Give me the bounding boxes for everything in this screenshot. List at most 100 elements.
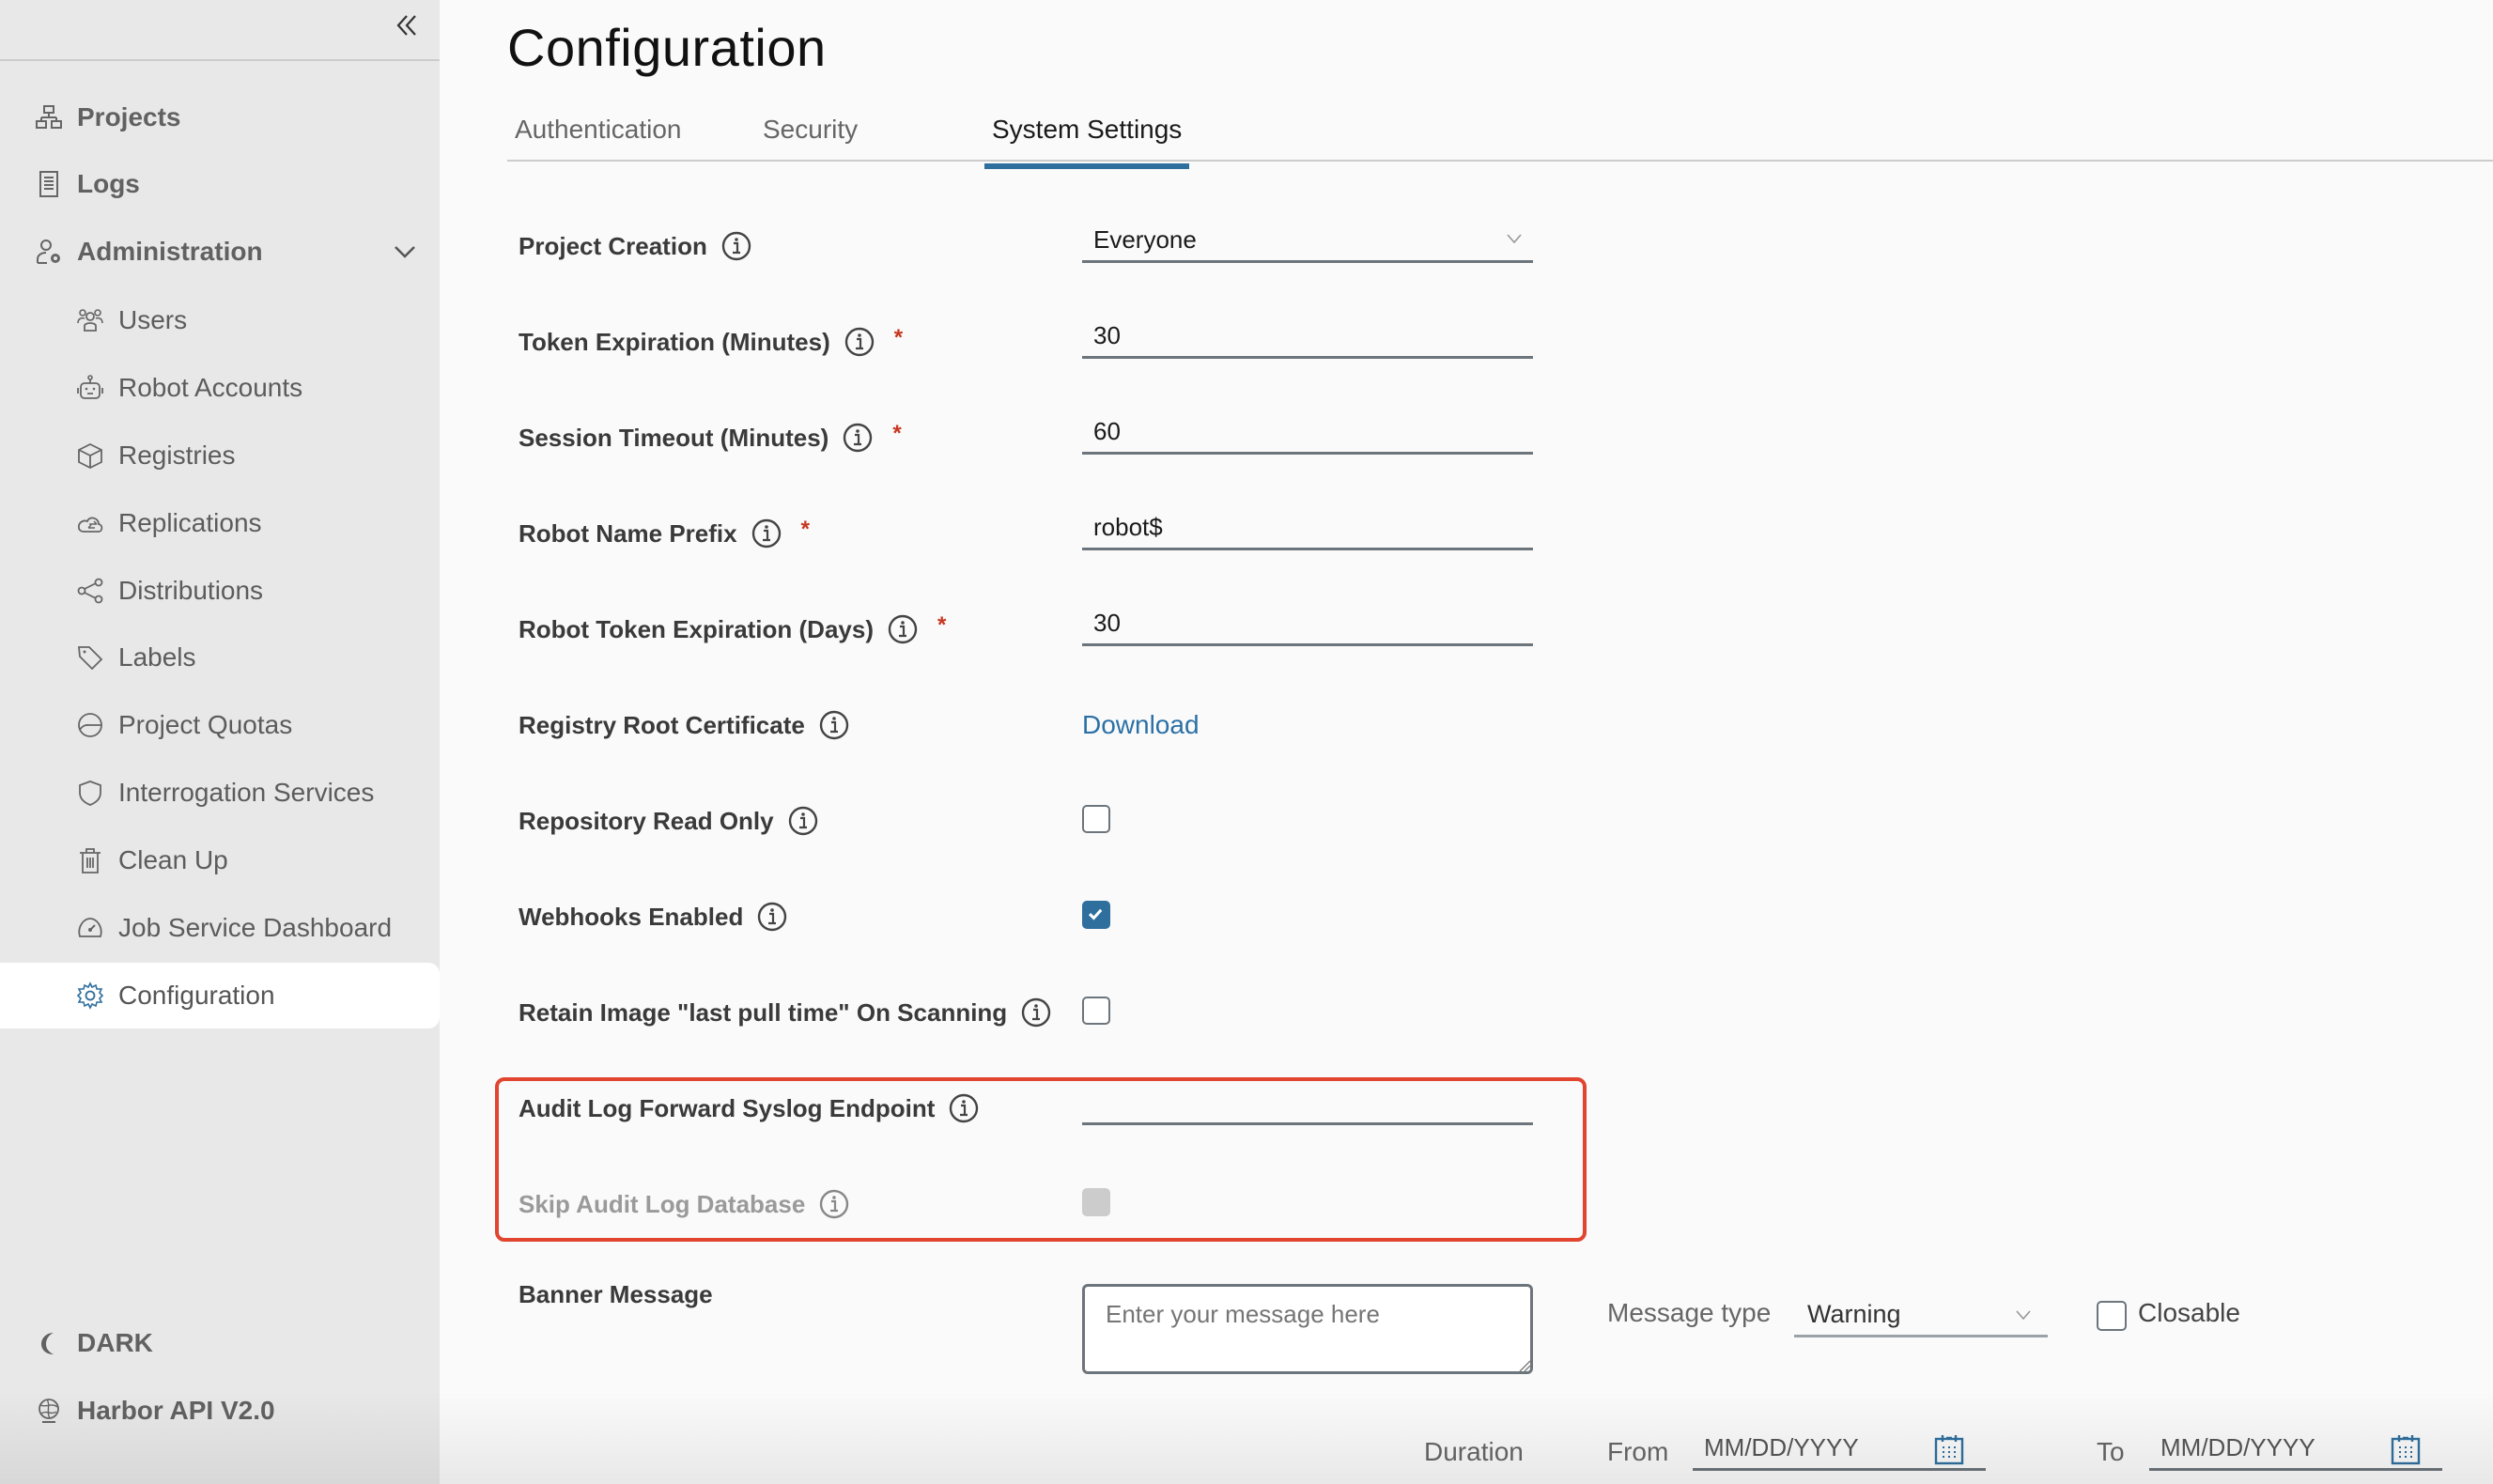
info-icon[interactable]	[842, 422, 874, 454]
robot-token-expiration-label: Robot Token Expiration (Days)	[519, 614, 874, 643]
required-mark: *	[893, 325, 904, 350]
webhooks-enabled-label: Webhooks Enabled	[519, 902, 744, 931]
sidebar-item-distributions[interactable]: Distributions	[0, 558, 440, 624]
sidebar-item-administration[interactable]: Administration	[0, 219, 440, 285]
sidebar-item-label: Robot Accounts	[118, 373, 303, 402]
moon-icon	[34, 1328, 64, 1358]
skip-audit-log-db-row: Skip Audit Log Database	[519, 1176, 1552, 1232]
retain-last-pull-row: Retain Image "last pull time" On Scannin…	[519, 984, 1552, 1041]
robot-icon	[75, 373, 105, 403]
cube-icon	[75, 441, 105, 471]
sidebar: Projects Logs Administration Users Robot…	[0, 0, 440, 1484]
sidebar-item-registries[interactable]: Registries	[0, 423, 440, 488]
info-icon[interactable]	[1020, 997, 1052, 1028]
dashboard-gauge-icon	[75, 913, 105, 943]
tag-icon	[75, 642, 105, 672]
calendar-icon[interactable]	[2390, 1433, 2422, 1465]
projects-hierarchy-icon	[34, 102, 64, 132]
sidebar-item-label: Administration	[77, 237, 263, 266]
robot-name-prefix-input[interactable]	[1082, 507, 1533, 550]
sidebar-item-configuration[interactable]: Configuration	[0, 963, 440, 1028]
sidebar-item-job-service-dashboard[interactable]: Job Service Dashboard	[0, 895, 440, 961]
sidebar-item-label: Job Service Dashboard	[118, 913, 393, 942]
sidebar-item-label: Labels	[118, 642, 196, 672]
message-type-select[interactable]: Warning	[1794, 1294, 2048, 1337]
checkmark-icon	[1088, 908, 1103, 920]
sidebar-item-label: Project Quotas	[118, 710, 293, 739]
sidebar-item-robot-accounts[interactable]: Robot Accounts	[0, 355, 440, 421]
sidebar-item-projects[interactable]: Projects	[0, 85, 440, 150]
info-icon[interactable]	[844, 326, 875, 358]
info-icon[interactable]	[787, 805, 819, 837]
audit-log-endpoint-label: Audit Log Forward Syslog Endpoint	[519, 1093, 936, 1122]
sidebar-item-label: Distributions	[118, 576, 264, 605]
repository-read-only-checkbox[interactable]	[1082, 805, 1110, 833]
trash-icon	[75, 845, 105, 875]
info-icon[interactable]	[756, 901, 788, 933]
message-type-label: Message type	[1607, 1298, 1772, 1327]
logs-list-icon	[34, 169, 64, 199]
project-creation-select[interactable]: Everyone	[1082, 220, 1533, 263]
from-date-placeholder: MM/DD/YYYY	[1704, 1433, 1859, 1461]
sidebar-item-project-quotas[interactable]: Project Quotas	[0, 692, 440, 758]
closable-checkbox[interactable]	[2097, 1301, 2127, 1331]
system-settings-form: Project Creation Everyone Token Expirati…	[440, 0, 2493, 1484]
sidebar-item-interrogation-services[interactable]: Interrogation Services	[0, 760, 440, 826]
dark-mode-label: DARK	[77, 1328, 153, 1357]
webhooks-enabled-checkbox[interactable]	[1082, 901, 1110, 929]
shield-icon	[75, 778, 105, 808]
admin-user-gear-icon	[34, 237, 64, 267]
sidebar-item-label: Interrogation Services	[118, 778, 375, 807]
duration-label: Duration	[1424, 1437, 1524, 1466]
sidebar-item-label: Replications	[118, 508, 262, 537]
share-icon	[75, 576, 105, 606]
harbor-api-link[interactable]: Harbor API V2.0	[0, 1378, 440, 1444]
required-mark: *	[800, 517, 810, 542]
robot-token-expiration-input[interactable]	[1082, 603, 1533, 646]
info-icon[interactable]	[818, 709, 850, 741]
chevron-down-icon	[1507, 234, 1522, 244]
required-mark: *	[892, 421, 902, 446]
calendar-icon[interactable]	[1933, 1433, 1965, 1465]
repository-read-only-row: Repository Read Only	[519, 793, 1552, 849]
sidebar-item-label: Users	[118, 305, 188, 334]
chevron-down-icon[interactable]	[393, 240, 417, 264]
info-icon[interactable]	[948, 1092, 980, 1124]
skip-audit-log-db-checkbox[interactable]	[1082, 1188, 1110, 1216]
sidebar-item-clean-up[interactable]: Clean Up	[0, 827, 440, 893]
dark-mode-toggle[interactable]: DARK	[0, 1310, 440, 1376]
sidebar-item-label: Configuration	[118, 981, 275, 1010]
retain-last-pull-checkbox[interactable]	[1082, 997, 1110, 1025]
repository-read-only-label: Repository Read Only	[519, 806, 774, 835]
info-icon[interactable]	[720, 230, 752, 262]
token-expiration-label: Token Expiration (Minutes)	[519, 327, 830, 356]
token-expiration-input[interactable]	[1082, 316, 1533, 359]
sidebar-item-replications[interactable]: Replications	[0, 490, 440, 556]
banner-message-label: Banner Message	[519, 1279, 713, 1308]
sidebar-item-users[interactable]: Users	[0, 287, 440, 353]
cloud-sync-icon	[75, 508, 105, 538]
pie-gauge-icon	[75, 710, 105, 740]
harbor-api-label: Harbor API V2.0	[77, 1396, 275, 1425]
message-type-value: Warning	[1807, 1300, 1901, 1328]
banner-message-textarea[interactable]	[1082, 1284, 1533, 1374]
info-icon[interactable]	[751, 518, 782, 549]
info-icon[interactable]	[887, 613, 919, 645]
globe-icon	[34, 1396, 64, 1426]
retain-last-pull-label: Retain Image "last pull time" On Scannin…	[519, 997, 1008, 1027]
sidebar-item-label: Clean Up	[118, 845, 228, 874]
to-label: To	[2097, 1437, 2125, 1466]
sidebar-divider	[0, 59, 440, 61]
collapse-sidebar-button[interactable]	[393, 11, 421, 39]
sidebar-item-labels[interactable]: Labels	[0, 625, 440, 690]
sidebar-item-logs[interactable]: Logs	[0, 151, 440, 217]
robot-name-prefix-label: Robot Name Prefix	[519, 518, 737, 548]
from-label: From	[1607, 1437, 1669, 1466]
session-timeout-input[interactable]	[1082, 411, 1533, 455]
audit-log-endpoint-input[interactable]	[1082, 1082, 1533, 1125]
download-certificate-link[interactable]: Download	[1082, 710, 1200, 740]
required-mark: *	[937, 612, 947, 638]
skip-audit-log-db-label: Skip Audit Log Database	[519, 1189, 806, 1218]
project-creation-value: Everyone	[1093, 225, 1197, 254]
info-icon[interactable]	[818, 1188, 850, 1220]
